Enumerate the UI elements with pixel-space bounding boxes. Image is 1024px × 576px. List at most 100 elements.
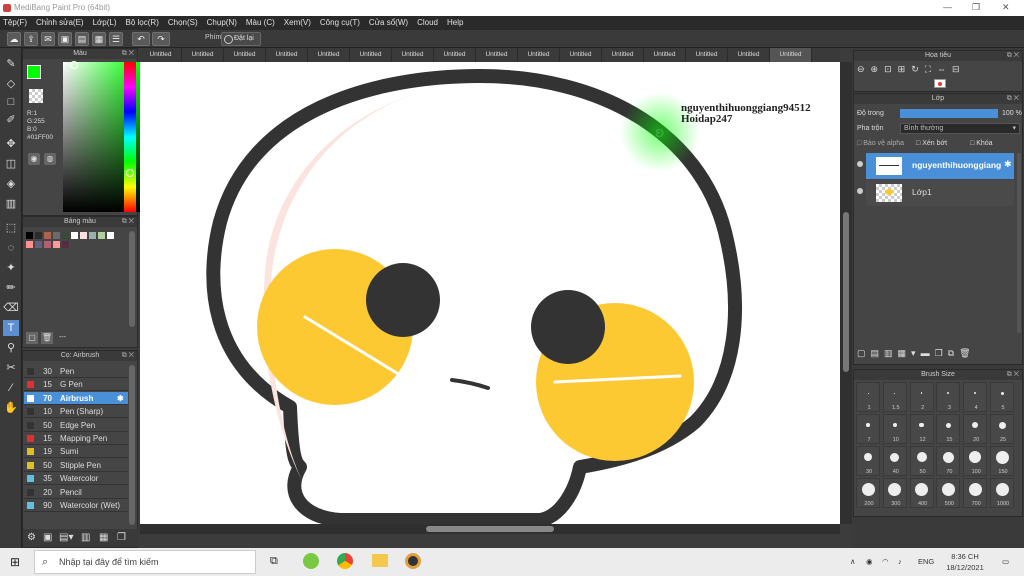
visibility-icon[interactable] xyxy=(857,188,863,194)
brush-size-option[interactable]: 7 xyxy=(856,414,880,444)
palette-more[interactable]: --- xyxy=(59,334,66,341)
brush-size-option[interactable]: 25 xyxy=(990,414,1014,444)
fill-tool-icon[interactable]: ◈ xyxy=(3,176,19,192)
delete-layer-icon[interactable]: 🗑 xyxy=(959,348,975,358)
brush-tool-icon[interactable]: ✎ xyxy=(3,56,19,72)
notification-icon[interactable]: ▭ xyxy=(1002,557,1009,566)
lasso-tool-icon[interactable]: ◌ xyxy=(3,240,19,256)
brush-size-option[interactable]: 50 xyxy=(909,446,934,476)
restore-icon[interactable]: ❐ xyxy=(972,2,980,13)
reset-button[interactable]: Đặt lại xyxy=(221,32,261,46)
layer-settings-icon[interactable]: ✱ xyxy=(1004,159,1012,170)
new-halftone-layer-icon[interactable]: ▤ xyxy=(871,348,885,358)
tab-document[interactable]: Untitled xyxy=(728,48,770,62)
brush-size-option[interactable]: 3 xyxy=(936,382,961,412)
palette-swatch[interactable] xyxy=(44,241,51,248)
brush-size-option[interactable]: 4 xyxy=(963,382,988,412)
task-view-icon[interactable]: ⧉ xyxy=(270,555,278,568)
blend-mode-select[interactable]: Bình thường ▾ xyxy=(900,123,1020,134)
new-layer-icon[interactable]: ▢ xyxy=(857,348,871,358)
brush-item[interactable]: 90 Watercolor (Wet) xyxy=(24,499,128,512)
pen-tool-icon[interactable]: ✐ xyxy=(3,112,19,128)
undo-icon[interactable]: ↶ xyxy=(132,32,150,46)
menu-cloud[interactable]: Cloud xyxy=(417,16,438,30)
taskbar-search-box[interactable]: ⌕ Nhập tại đây để tìm kiếm xyxy=(34,550,256,574)
brush-size-option[interactable]: 40 xyxy=(882,446,907,476)
brush-edit-icon[interactable]: ▥ xyxy=(81,532,90,543)
brush-size-option[interactable]: 15 xyxy=(936,414,961,444)
palette-swatch[interactable] xyxy=(80,232,87,239)
transparent-color[interactable] xyxy=(29,89,43,103)
panel-close-icon[interactable]: ⧉ ✕ xyxy=(122,351,134,361)
zoom-out-icon[interactable]: ⊖ xyxy=(857,64,871,74)
minimize-icon[interactable]: — xyxy=(943,2,952,12)
palette-swatch[interactable] xyxy=(26,232,33,239)
file-explorer-icon[interactable] xyxy=(372,554,388,567)
chrome-icon[interactable] xyxy=(337,553,353,569)
add-layer-dropdown-icon[interactable]: ▦▾ xyxy=(898,348,921,358)
menu-tools[interactable]: Công cụ(T) xyxy=(320,16,360,30)
menu-file[interactable]: Tệp(F) xyxy=(3,16,27,30)
tab-document[interactable]: Untitled xyxy=(686,48,728,62)
tab-document[interactable]: Untitled xyxy=(224,48,266,62)
brush-size-option[interactable]: 1 xyxy=(856,382,880,412)
brush-item[interactable]: 20 Pencil xyxy=(24,486,128,499)
tab-document[interactable]: Untitled xyxy=(392,48,434,62)
protect-alpha-checkbox[interactable]: □ Bảo vệ alpha xyxy=(857,140,904,147)
opacity-slider[interactable] xyxy=(900,109,998,118)
foreground-color[interactable] xyxy=(27,65,41,79)
lock-view-icon[interactable]: ⊟ xyxy=(952,64,966,74)
comment-icon[interactable]: ✉ xyxy=(41,32,55,46)
layer-scrollbar[interactable] xyxy=(1017,153,1021,333)
brush-copy-icon[interactable]: ❐ xyxy=(117,532,126,543)
hand-tool-icon[interactable]: ✋ xyxy=(3,400,19,416)
palette-swatch[interactable] xyxy=(53,241,60,248)
panel-close-icon[interactable]: ⧉ ✕ xyxy=(122,49,134,59)
tab-document[interactable]: Untitled xyxy=(266,48,308,62)
lock-checkbox[interactable]: □ Khóa xyxy=(970,140,993,147)
brush-item[interactable]: 50 Stipple Pen xyxy=(24,459,128,472)
brush-size-option[interactable]: 700 xyxy=(963,478,988,508)
brush-size-option[interactable]: 70 xyxy=(936,446,961,476)
palette-swatch[interactable] xyxy=(44,232,51,239)
save-icon[interactable]: ▣ xyxy=(58,32,72,46)
select-pen-icon[interactable]: ✏ xyxy=(3,280,19,296)
close-icon[interactable]: ✕ xyxy=(1002,2,1010,13)
brush-size-option[interactable]: 12 xyxy=(909,414,934,444)
brush-item[interactable]: 15 G Pen xyxy=(24,378,128,392)
palette-swatch[interactable] xyxy=(62,241,69,248)
fit-icon[interactable]: ⊡ xyxy=(884,64,898,74)
brush-size-option[interactable]: 2 xyxy=(909,382,934,412)
menu-help[interactable]: Help xyxy=(447,16,463,30)
brush-item[interactable]: 15 Mapping Pen xyxy=(24,432,128,445)
cloud-icon[interactable]: ☁ xyxy=(7,32,21,46)
volume-icon[interactable]: ♪ xyxy=(898,557,902,566)
brush-scrollbar[interactable] xyxy=(129,365,135,525)
brush-size-option[interactable]: 100 xyxy=(963,446,988,476)
palette-icon[interactable]: ◉ xyxy=(28,153,40,165)
add-brush-icon[interactable]: ⚙ xyxy=(27,532,36,543)
palette-swatch[interactable] xyxy=(107,232,114,239)
panel-close-icon[interactable]: ⧉ ✕ xyxy=(1007,51,1019,61)
color-picker-icon[interactable]: ◍ xyxy=(44,153,56,165)
brush-item[interactable]: 30 Pen xyxy=(24,365,128,378)
app-icon-1[interactable] xyxy=(303,553,319,569)
zoom-in-icon[interactable]: ⊕ xyxy=(871,64,885,74)
palette-swatch[interactable] xyxy=(26,241,33,248)
select-rect-icon[interactable]: ⬚ xyxy=(3,220,19,236)
list-icon[interactable]: ☰ xyxy=(109,32,123,46)
tab-document[interactable]: Untitled xyxy=(602,48,644,62)
palette-swatch[interactable] xyxy=(98,232,105,239)
wifi-icon[interactable]: ◠ xyxy=(882,557,889,566)
select-eraser-icon[interactable]: ⌫ xyxy=(3,300,19,316)
brush-size-option[interactable]: 10 xyxy=(882,414,907,444)
palette-swatch[interactable] xyxy=(53,232,60,239)
brush-folder-icon[interactable]: ▦ xyxy=(99,532,108,543)
divide-tool-icon[interactable]: ✂ xyxy=(3,360,19,376)
menu-color[interactable]: Màu (C) xyxy=(246,16,275,30)
brush-item[interactable]: 35 Watercolor xyxy=(24,472,128,486)
palette-swatch[interactable] xyxy=(35,232,42,239)
delete-palette-icon[interactable]: 🗑 xyxy=(41,332,53,344)
tab-document[interactable]: Untitled xyxy=(140,48,182,62)
menu-capture[interactable]: Chụp(N) xyxy=(207,16,237,30)
